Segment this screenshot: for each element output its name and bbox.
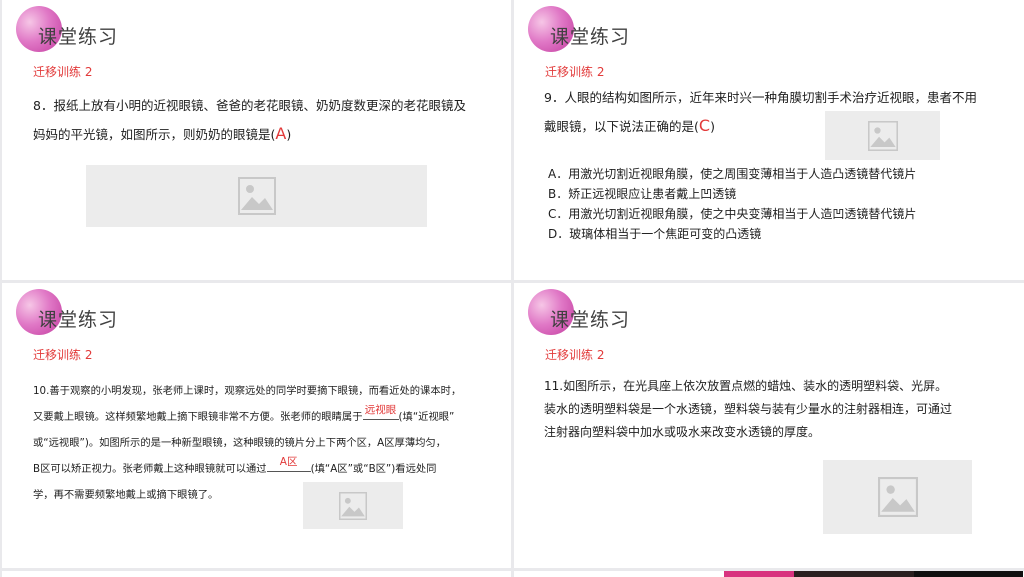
slide-subtitle: 迁移训练 2 (545, 65, 605, 79)
answer-blank: A区 (266, 456, 311, 472)
question-line: B区可以矫正视力。张老师戴上这种眼镜就可以通过 A区 (填“A区”或“B区”)看远处… (33, 456, 461, 482)
question-text: 8．报纸上放有小明的近视眼镜、爸爸的老花眼镜、奶奶度数更深的老花眼镜及 妈妈的平… (33, 92, 466, 149)
slide-title: 课堂练习 (550, 309, 631, 331)
question-line-text: 戴眼镜，以下说法正确的是( (544, 119, 699, 134)
question-end: ) (286, 127, 292, 142)
image-placeholder-icon (877, 477, 918, 517)
question-line-text: 妈妈的平光镜，如图所示，则奶奶的眼镜是( (33, 127, 276, 142)
slide-next-left[interactable] (2, 571, 511, 577)
question-line-text: B区可以矫正视力。张老师戴上这种眼镜就可以通过 (33, 463, 267, 475)
slide-title: 课堂练习 (550, 26, 631, 48)
slide-11[interactable]: 课堂练习 迁移训练 2 11.如图所示，在光具座上依次放置点燃的蜡烛、装水的透明… (514, 283, 1024, 568)
figure-image (86, 165, 427, 227)
question-line-text: (填“近视眼” (398, 411, 455, 423)
image-placeholder-icon (237, 177, 276, 215)
decorative-band (914, 571, 1023, 577)
option-d: D．玻璃体相当于一个焦距可变的凸透镜 (548, 227, 762, 241)
question-line: 9．人眼的结构如图所示，近年来时兴一种角膜切割手术治疗近视眼，患者不用 (544, 90, 977, 105)
question-line-text: (填“A区”或“B区”)看远处同 (310, 463, 437, 475)
figure-image (303, 482, 403, 529)
slide-10[interactable]: 课堂练习 迁移训练 2 10.善于观察的小明发现，张老师上课时，观察远处的同学时… (2, 283, 511, 568)
decorative-band (794, 571, 914, 577)
figure-image (823, 460, 972, 534)
option-c: C．用激光切割近视眼角膜，使之中央变薄相当于人造凹透镜替代镜片 (548, 207, 917, 221)
question-line-text: 又要戴上眼镜。这样频繁地戴上摘下眼镜非常不方便。张老师的眼睛属于 (33, 411, 363, 423)
question-end: ) (710, 119, 715, 134)
slide-subtitle: 迁移训练 2 (33, 348, 93, 362)
question-line: 8．报纸上放有小明的近视眼镜、爸爸的老花眼镜、奶奶度数更深的老花眼镜及 (33, 98, 466, 113)
slide-8[interactable]: 课堂练习 迁移训练 2 8．报纸上放有小明的近视眼镜、爸爸的老花眼镜、奶奶度数更… (2, 0, 511, 280)
answer-blank: 远视眼 (362, 404, 399, 420)
question-line: 11.如图所示，在光具座上依次放置点燃的蜡烛、装水的透明塑料袋、光屏。 (544, 379, 948, 393)
answer-text: A区 (279, 456, 298, 468)
question-text: 11.如图所示，在光具座上依次放置点燃的蜡烛、装水的透明塑料袋、光屏。 装水的透… (544, 375, 952, 444)
answer-mark: A (275, 124, 287, 143)
answer-mark: C (698, 116, 711, 135)
question-line: 注射器向塑料袋中加水或吸水来改变水透镜的厚度。 (544, 425, 821, 439)
figure-image (825, 111, 940, 160)
question-line: 又要戴上眼镜。这样频繁地戴上摘下眼镜非常不方便。张老师的眼睛属于 远视眼 (填“近视… (33, 404, 461, 430)
slide-subtitle: 迁移训练 2 (545, 348, 605, 362)
slide-next-right[interactable] (514, 571, 1024, 577)
slide-title: 课堂练习 (38, 309, 119, 331)
option-b: B．矫正远视眼应让患者戴上凹透镜 (548, 187, 737, 201)
slide-9[interactable]: 课堂练习 迁移训练 2 9．人眼的结构如图所示，近年来时兴一种角膜切割手术治疗近… (514, 0, 1024, 280)
question-line: 或“远视眼”)。如图所示的是一种新型眼镜，这种眼镜的镜片分上下两个区，A区厚薄均… (33, 437, 447, 449)
options-list: A．用激光切割近视眼角膜，使之周围变薄相当于人造凸透镜替代镜片 B．矫正远视眼应… (548, 164, 916, 244)
answer-text: 远视眼 (364, 404, 397, 416)
decorative-band (724, 571, 794, 577)
image-placeholder-icon (339, 491, 367, 520)
image-placeholder-icon (867, 120, 898, 151)
slide-title: 课堂练习 (38, 26, 119, 48)
option-a: A．用激光切割近视眼角膜，使之周围变薄相当于人造凸透镜替代镜片 (548, 167, 917, 181)
slide-subtitle: 迁移训练 2 (33, 65, 93, 79)
question-line: 装水的透明塑料袋是一个水透镜，塑料袋与装有少量水的注射器相连，可通过 (544, 402, 953, 416)
question-line: 妈妈的平光镜，如图所示，则奶奶的眼镜是(A) (33, 120, 466, 149)
